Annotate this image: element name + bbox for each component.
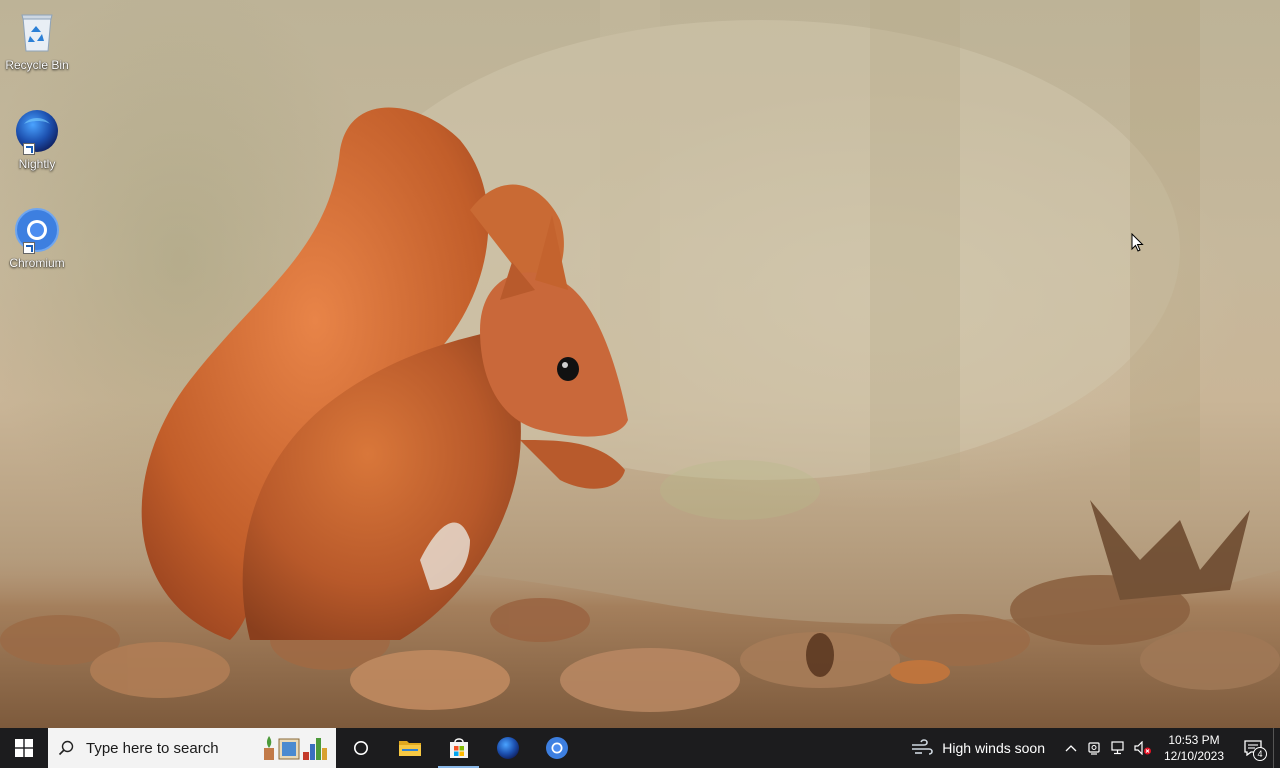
shortcut-arrow-icon xyxy=(23,242,35,254)
network-icon xyxy=(1111,741,1124,755)
notification-count-badge: 4 xyxy=(1253,747,1267,761)
windows-logo-icon xyxy=(15,739,33,757)
desktop-wallpaper xyxy=(0,0,1280,728)
system-tray: High winds soon 10:53 PM 12/10/2023 4 xyxy=(910,728,1280,768)
start-button[interactable] xyxy=(0,728,48,768)
mouse-cursor-icon xyxy=(1131,232,1145,258)
weather-text: High winds soon xyxy=(942,740,1045,756)
weather-widget[interactable]: High winds soon xyxy=(910,739,1045,757)
desktop-icon-label: Chromium xyxy=(9,256,65,270)
recycle-bin-icon xyxy=(14,9,60,55)
clock-date: 12/10/2023 xyxy=(1163,749,1225,763)
search-icon xyxy=(58,740,74,756)
chromium-icon xyxy=(545,737,568,759)
desktop-icon-recycle-bin[interactable]: Recycle Bin xyxy=(2,3,72,83)
nightly-taskbar-button[interactable] xyxy=(483,728,532,768)
volume-button[interactable] xyxy=(1131,728,1155,768)
chromium-icon xyxy=(14,207,60,254)
chromium-taskbar-button[interactable] xyxy=(532,728,581,768)
firefox-nightly-icon xyxy=(496,737,519,759)
clock-time: 10:53 PM xyxy=(1168,733,1220,747)
store-icon xyxy=(449,738,468,758)
folder-icon xyxy=(398,741,421,756)
show-hidden-icons-button[interactable] xyxy=(1059,728,1083,768)
shortcut-arrow-icon xyxy=(23,143,35,155)
firefox-nightly-icon xyxy=(14,108,60,155)
show-desktop-button[interactable] xyxy=(1273,728,1280,768)
desktop-icon-label: Nightly xyxy=(18,157,56,171)
taskbar-search-box[interactable]: Type here to search xyxy=(48,728,336,768)
wind-icon xyxy=(912,739,934,755)
meet-now-icon xyxy=(1088,742,1100,755)
desktop-icon-chromium[interactable]: Chromium xyxy=(2,201,72,281)
file-explorer-button[interactable] xyxy=(385,728,434,768)
action-center-button[interactable]: 4 xyxy=(1233,728,1273,768)
taskbar-clock[interactable]: 10:53 PM 12/10/2023 xyxy=(1159,732,1229,764)
task-view-icon xyxy=(353,741,368,755)
chevron-up-icon xyxy=(1065,745,1077,752)
network-button[interactable] xyxy=(1107,728,1131,768)
volume-muted-icon xyxy=(1134,741,1151,755)
desktop-icon-label: Recycle Bin xyxy=(5,58,69,72)
taskbar: Type here to search High winds soon 10:5… xyxy=(0,728,1280,768)
task-view-button[interactable] xyxy=(336,728,385,768)
squirrel-wallpaper-image xyxy=(0,0,1280,728)
search-highlight-icon xyxy=(262,734,330,767)
desktop-icon-nightly[interactable]: Nightly xyxy=(2,102,72,182)
search-placeholder: Type here to search xyxy=(86,739,219,757)
microsoft-store-button[interactable] xyxy=(434,728,483,768)
meet-now-button[interactable] xyxy=(1083,728,1107,768)
